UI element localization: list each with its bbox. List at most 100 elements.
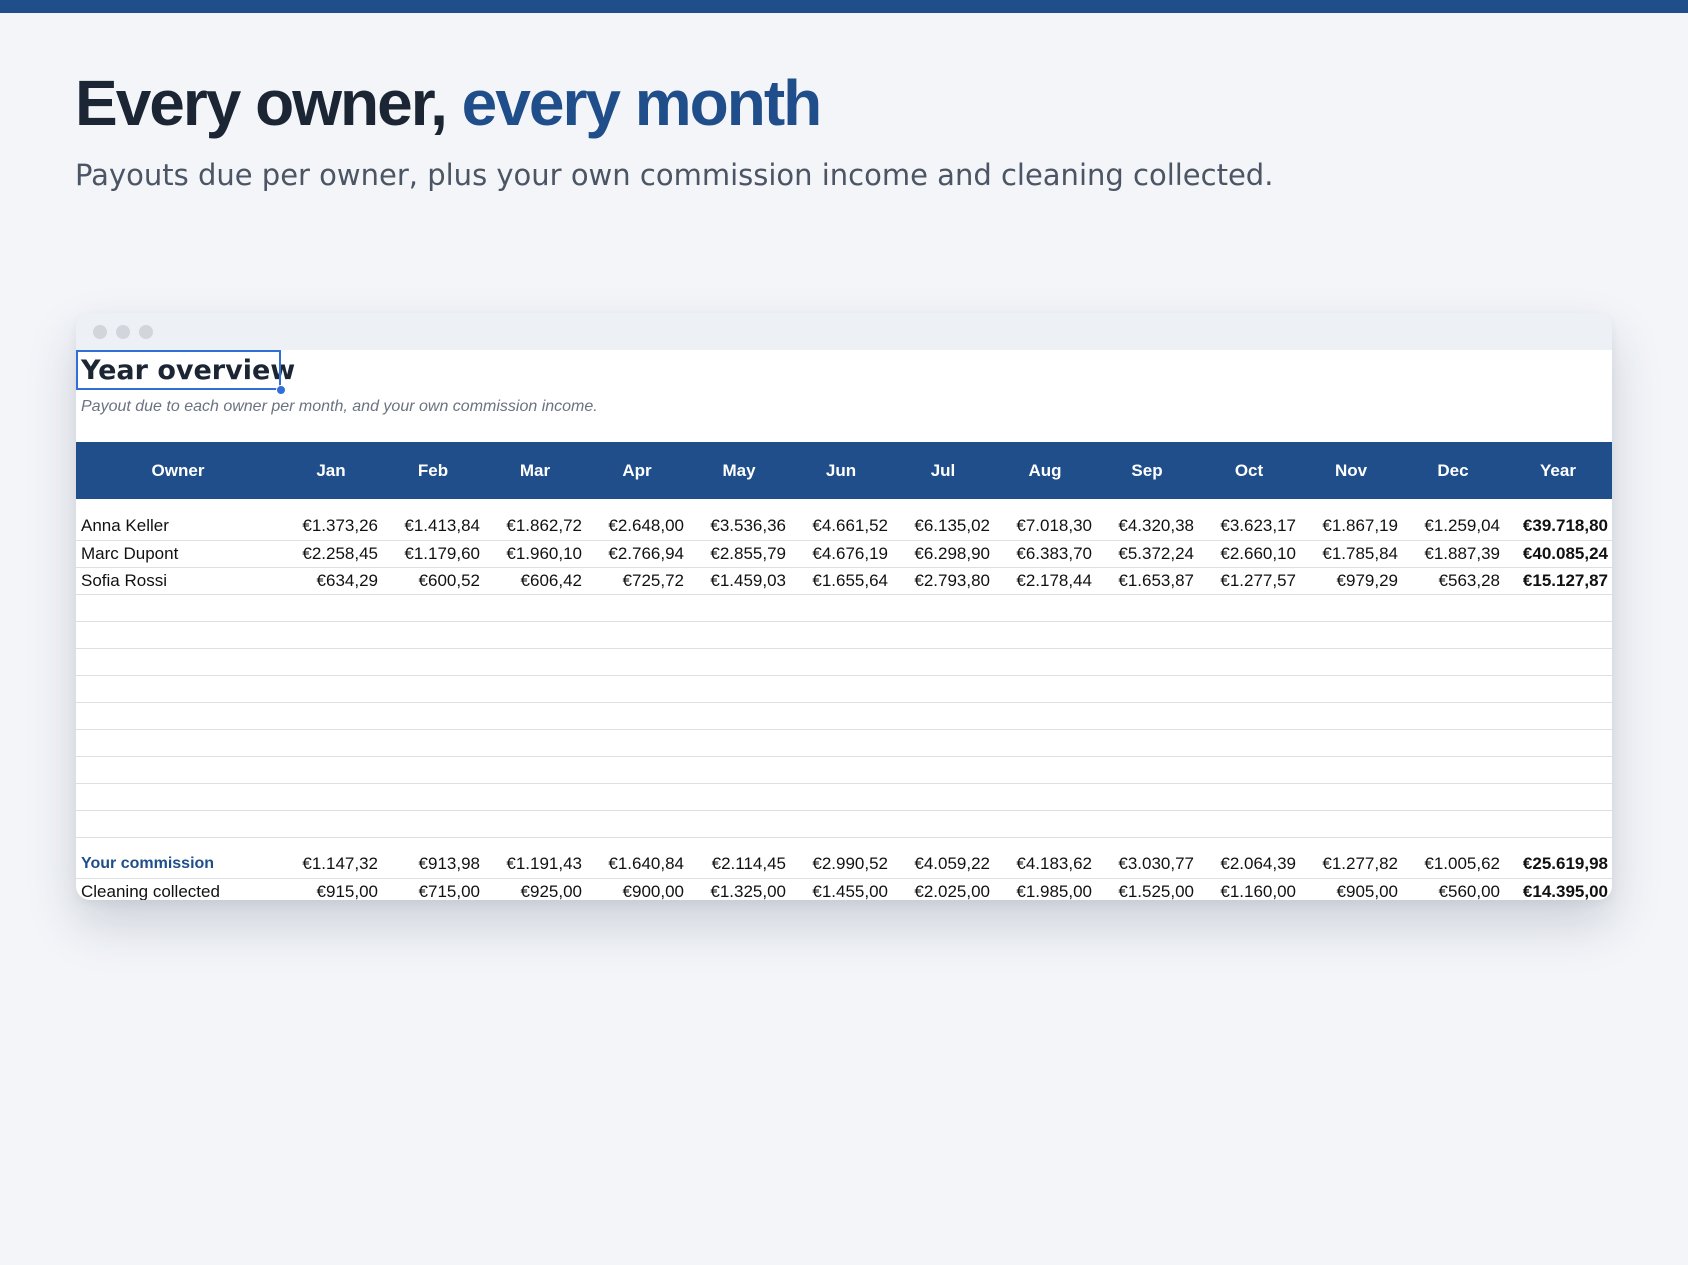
month-cell[interactable]: €6.135,02 xyxy=(892,513,994,540)
month-cell[interactable]: €900,00 xyxy=(586,878,688,900)
year-total-cell[interactable]: €15.127,87 xyxy=(1504,567,1612,594)
month-cell[interactable]: €1.785,84 xyxy=(1300,540,1402,567)
month-cell[interactable]: €2.258,45 xyxy=(280,540,382,567)
month-cell[interactable]: €1.960,10 xyxy=(484,540,586,567)
month-cell[interactable]: €2.793,80 xyxy=(892,567,994,594)
month-cell[interactable]: €925,00 xyxy=(484,878,586,900)
col-header-jul[interactable]: Jul xyxy=(892,442,994,499)
col-header-apr[interactable]: Apr xyxy=(586,442,688,499)
empty-cell[interactable] xyxy=(76,756,1612,783)
month-cell[interactable]: €2.660,10 xyxy=(1198,540,1300,567)
spacer-cell xyxy=(76,499,1612,513)
col-header-may[interactable]: May xyxy=(688,442,790,499)
col-header-aug[interactable]: Aug xyxy=(994,442,1096,499)
month-cell[interactable]: €1.325,00 xyxy=(688,878,790,900)
month-cell[interactable]: €1.179,60 xyxy=(382,540,484,567)
owner-name-cell[interactable]: Marc Dupont xyxy=(76,540,280,567)
month-cell[interactable]: €1.887,39 xyxy=(1402,540,1504,567)
col-header-nov[interactable]: Nov xyxy=(1300,442,1402,499)
month-cell[interactable]: €3.536,36 xyxy=(688,513,790,540)
month-cell[interactable]: €2.855,79 xyxy=(688,540,790,567)
month-cell[interactable]: €1.653,87 xyxy=(1096,567,1198,594)
month-cell[interactable]: €2.025,00 xyxy=(892,878,994,900)
empty-cell[interactable] xyxy=(76,783,1612,810)
month-cell[interactable]: €1.413,84 xyxy=(382,513,484,540)
month-cell[interactable]: €560,00 xyxy=(1402,878,1504,900)
month-cell[interactable]: €2.766,94 xyxy=(586,540,688,567)
month-cell[interactable]: €2.114,45 xyxy=(688,851,790,878)
year-total-cell[interactable]: €14.395,00 xyxy=(1504,878,1612,900)
month-cell[interactable]: €6.383,70 xyxy=(994,540,1096,567)
month-cell[interactable]: €3.030,77 xyxy=(1096,851,1198,878)
month-cell[interactable]: €1.259,04 xyxy=(1402,513,1504,540)
col-header-sep[interactable]: Sep xyxy=(1096,442,1198,499)
col-header-mar[interactable]: Mar xyxy=(484,442,586,499)
month-cell[interactable]: €2.178,44 xyxy=(994,567,1096,594)
col-header-jan[interactable]: Jan xyxy=(280,442,382,499)
year-total-cell[interactable]: €25.619,98 xyxy=(1504,851,1612,878)
month-cell[interactable]: €3.623,17 xyxy=(1198,513,1300,540)
col-header-dec[interactable]: Dec xyxy=(1402,442,1504,499)
month-cell[interactable]: €725,72 xyxy=(586,567,688,594)
month-cell[interactable]: €7.018,30 xyxy=(994,513,1096,540)
month-cell[interactable]: €600,52 xyxy=(382,567,484,594)
owner-name-cell[interactable]: Anna Keller xyxy=(76,513,280,540)
month-cell[interactable]: €913,98 xyxy=(382,851,484,878)
month-cell[interactable]: €1.455,00 xyxy=(790,878,892,900)
month-cell[interactable]: €905,00 xyxy=(1300,878,1402,900)
month-cell[interactable]: €1.005,62 xyxy=(1402,851,1504,878)
month-cell[interactable]: €4.183,62 xyxy=(994,851,1096,878)
month-cell[interactable]: €4.676,19 xyxy=(790,540,892,567)
owner-name-cell[interactable]: Sofia Rossi xyxy=(76,567,280,594)
selected-cell[interactable] xyxy=(76,350,281,390)
month-cell[interactable]: €1.160,00 xyxy=(1198,878,1300,900)
month-cell[interactable]: €1.640,84 xyxy=(586,851,688,878)
month-cell[interactable]: €2.064,39 xyxy=(1198,851,1300,878)
empty-cell[interactable] xyxy=(76,594,1612,621)
month-cell[interactable]: €1.277,82 xyxy=(1300,851,1402,878)
commission-label-cell[interactable]: Your commission xyxy=(76,851,280,878)
col-header-oct[interactable]: Oct xyxy=(1198,442,1300,499)
month-cell[interactable]: €606,42 xyxy=(484,567,586,594)
empty-row xyxy=(76,729,1612,756)
month-cell[interactable]: €1.277,57 xyxy=(1198,567,1300,594)
month-cell[interactable]: €1.373,26 xyxy=(280,513,382,540)
month-cell[interactable]: €979,29 xyxy=(1300,567,1402,594)
month-cell[interactable]: €1.655,64 xyxy=(790,567,892,594)
year-total-cell[interactable]: €39.718,80 xyxy=(1504,513,1612,540)
month-cell[interactable]: €915,00 xyxy=(280,878,382,900)
col-header-feb[interactable]: Feb xyxy=(382,442,484,499)
empty-cell[interactable] xyxy=(76,810,1612,837)
month-cell[interactable]: €1.525,00 xyxy=(1096,878,1198,900)
empty-cell[interactable] xyxy=(76,729,1612,756)
month-cell[interactable]: €1.191,43 xyxy=(484,851,586,878)
month-cell[interactable]: €6.298,90 xyxy=(892,540,994,567)
fill-handle[interactable] xyxy=(276,385,286,395)
month-cell[interactable]: €2.990,52 xyxy=(790,851,892,878)
month-cell[interactable]: €715,00 xyxy=(382,878,484,900)
col-header-year[interactable]: Year xyxy=(1504,442,1612,499)
month-cell[interactable]: €2.648,00 xyxy=(586,513,688,540)
month-cell[interactable]: €1.459,03 xyxy=(688,567,790,594)
col-header-jun[interactable]: Jun xyxy=(790,442,892,499)
month-cell[interactable]: €4.661,52 xyxy=(790,513,892,540)
month-cell[interactable]: €1.985,00 xyxy=(994,878,1096,900)
month-cell[interactable]: €4.320,38 xyxy=(1096,513,1198,540)
month-cell[interactable]: €5.372,24 xyxy=(1096,540,1198,567)
month-cell[interactable]: €1.147,32 xyxy=(280,851,382,878)
window-dot-icon xyxy=(139,325,153,339)
empty-cell[interactable] xyxy=(76,702,1612,729)
cleaning-label-cell[interactable]: Cleaning collected xyxy=(76,878,280,900)
sheet-subtitle[interactable]: Payout due to each owner per month, and … xyxy=(81,398,598,416)
empty-cell[interactable] xyxy=(76,648,1612,675)
year-total-cell[interactable]: €40.085,24 xyxy=(1504,540,1612,567)
empty-cell[interactable] xyxy=(76,621,1612,648)
month-cell[interactable]: €1.867,19 xyxy=(1300,513,1402,540)
empty-cell[interactable] xyxy=(76,675,1612,702)
month-cell[interactable]: €4.059,22 xyxy=(892,851,994,878)
col-header-owner[interactable]: Owner xyxy=(76,442,280,499)
month-cell[interactable]: €634,29 xyxy=(280,567,382,594)
month-cell[interactable]: €563,28 xyxy=(1402,567,1504,594)
month-cell[interactable]: €1.862,72 xyxy=(484,513,586,540)
spacer-row xyxy=(76,499,1612,513)
